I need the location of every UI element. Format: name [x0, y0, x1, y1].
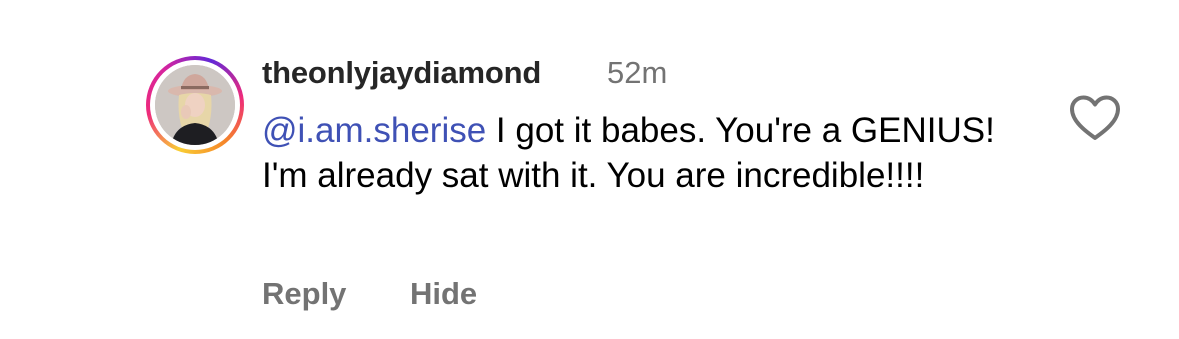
story-ring-avatar[interactable] — [146, 56, 244, 154]
comment-author-username[interactable]: theonlyjaydiamond — [262, 55, 541, 91]
reply-button[interactable]: Reply — [262, 276, 346, 312]
avatar — [155, 65, 235, 145]
mention-link[interactable]: @i.am.sherise — [262, 111, 486, 150]
avatar-border — [150, 60, 240, 150]
comment-text: @i.am.sherise I got it babes. You're a G… — [262, 108, 1022, 198]
heart-outline-icon — [1070, 95, 1120, 140]
like-button[interactable] — [1068, 94, 1122, 142]
comment-timestamp: 52m — [607, 55, 668, 90]
user-avatar-photo-icon — [155, 65, 235, 145]
hide-button[interactable]: Hide — [410, 276, 477, 312]
comment-item: theonlyjaydiamond 52m @i.am.sherise I go… — [0, 0, 1179, 339]
